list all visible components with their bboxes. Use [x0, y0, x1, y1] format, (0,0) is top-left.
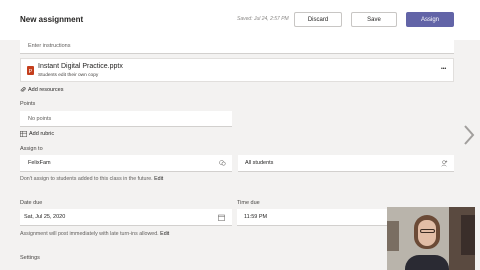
date-due-label: Date due: [20, 200, 43, 206]
paperclip-icon: [20, 87, 26, 93]
settings-label: Settings: [20, 255, 40, 261]
add-resources-link[interactable]: Add resources: [20, 86, 63, 94]
saved-status: Saved: Jul 24, 2:57 PM: [237, 16, 289, 22]
instructions-field[interactable]: Enter instructions: [20, 39, 454, 54]
date-due-field[interactable]: Sat, Jul 25, 2020: [20, 209, 232, 226]
add-resources-label: Add resources: [28, 87, 64, 93]
class-select-value: FelixFam: [28, 160, 51, 166]
class-select[interactable]: FelixFam: [20, 155, 232, 172]
post-note-text: Assignment will post immediately with la…: [20, 231, 159, 237]
assign-button[interactable]: Assign: [406, 12, 454, 27]
attachment-permission: Students edit their own copy: [38, 73, 99, 78]
assign-to-edit-link[interactable]: Edit: [154, 176, 163, 182]
students-select[interactable]: All students: [238, 155, 454, 172]
assign-to-label: Assign to: [20, 146, 43, 152]
add-rubric-label: Add rubric: [29, 131, 55, 137]
post-note: Assignment will post immediately with la…: [20, 231, 169, 237]
discard-button[interactable]: Discard: [294, 12, 342, 27]
powerpoint-file-icon: P: [27, 66, 34, 75]
points-label: Points: [20, 101, 36, 107]
time-due-label: Time due: [237, 200, 260, 206]
points-value: No points: [28, 116, 52, 122]
group-chat-icon: [219, 160, 226, 166]
svg-text:P: P: [29, 69, 33, 75]
rubric-icon: [20, 131, 27, 137]
post-note-edit-link[interactable]: Edit: [160, 231, 169, 237]
time-due-value: 11:59 PM: [244, 214, 268, 220]
assign-to-note-text: Don't assign to students added to this c…: [20, 176, 153, 182]
attachment-card[interactable]: P Instant Digital Practice.pptx Students…: [20, 58, 454, 82]
save-button[interactable]: Save: [351, 12, 397, 27]
attachment-file-name: Instant Digital Practice.pptx: [38, 63, 123, 70]
time-due-field[interactable]: 11:59 PM: [237, 209, 387, 226]
students-select-value: All students: [245, 160, 274, 166]
points-field[interactable]: No points: [20, 111, 232, 127]
person-add-icon: [441, 160, 448, 167]
assign-to-note: Don't assign to students added to this c…: [20, 176, 163, 182]
date-due-value: Sat, Jul 25, 2020: [24, 214, 66, 220]
more-options-icon[interactable]: •••: [441, 66, 446, 72]
webcam-video: [387, 207, 475, 270]
chevron-right-icon[interactable]: [462, 124, 476, 146]
page-title: New assignment: [20, 15, 84, 24]
instructions-placeholder: Enter instructions: [28, 43, 71, 49]
calendar-icon: [218, 214, 225, 221]
add-rubric-link[interactable]: Add rubric: [20, 130, 54, 138]
